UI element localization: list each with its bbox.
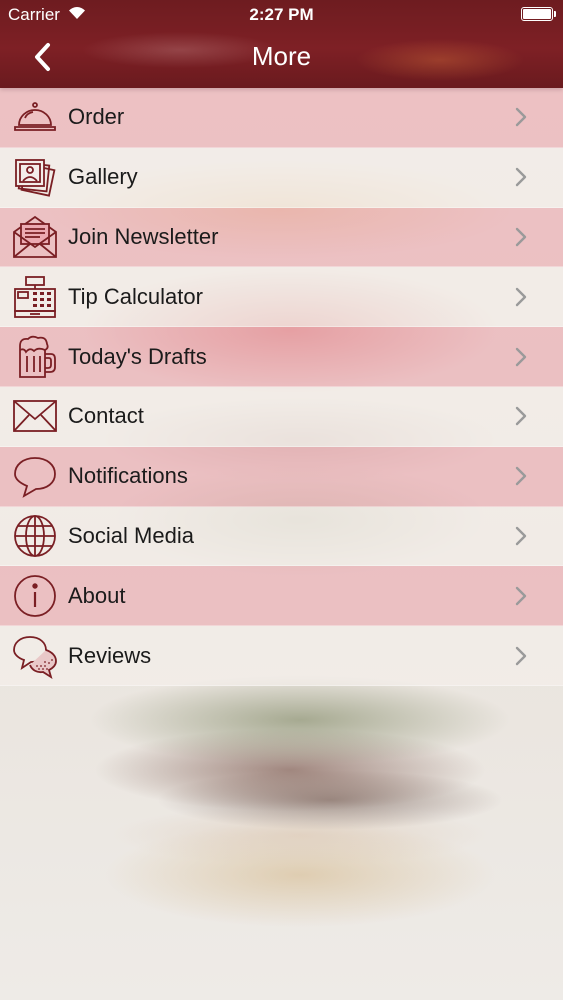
nav-bar: More	[0, 30, 563, 86]
globe-icon	[12, 513, 58, 559]
menu-item-notifications[interactable]: Notifications	[0, 446, 563, 507]
menu-item-label: Notifications	[68, 463, 188, 489]
menu-item-label: Reviews	[68, 642, 152, 668]
chevron-right-icon	[515, 466, 527, 486]
chevron-right-icon	[515, 526, 527, 546]
cash-register-icon	[12, 274, 58, 320]
envelope-icon	[12, 393, 58, 439]
menu-item-gallery[interactable]: Gallery	[0, 147, 563, 208]
chevron-right-icon	[515, 167, 527, 187]
battery-icon	[521, 7, 556, 21]
menu-item-todays-drafts[interactable]: Today's Drafts	[0, 327, 563, 387]
page-title: More	[251, 41, 312, 71]
status-bar: Carrier 2:27 PM	[0, 0, 563, 30]
menu-item-contact[interactable]: Contact	[0, 386, 563, 447]
header: Carrier 2:27 PM More	[0, 0, 563, 88]
chevron-right-icon	[515, 347, 527, 366]
chevron-right-icon	[515, 646, 527, 665]
photo-stack-icon	[12, 154, 58, 200]
menu-item-label: Contact	[68, 403, 144, 429]
chevron-right-icon	[515, 586, 527, 605]
chevron-right-icon	[515, 227, 527, 247]
menu-item-label: Social Media	[68, 522, 194, 548]
menu-item-label: Join Newsletter	[68, 223, 219, 249]
chevron-right-icon	[515, 108, 527, 127]
menu-item-label: Today's Drafts	[68, 343, 207, 369]
info-icon	[12, 573, 58, 619]
menu-item-social-media[interactable]: Social Media	[0, 506, 563, 567]
more-menu-list: Order Gallery Join Newsletter Tip Calcul…	[0, 88, 563, 686]
chevron-right-icon	[515, 287, 527, 306]
menu-item-label: Gallery	[68, 164, 138, 190]
menu-item-reviews[interactable]: Reviews	[0, 626, 563, 686]
status-time: 2:27 PM	[249, 5, 314, 24]
menu-item-label: About	[68, 582, 126, 608]
chat-bubbles-icon	[12, 633, 58, 679]
menu-item-order[interactable]: Order	[0, 88, 563, 148]
newsletter-envelope-icon	[12, 214, 58, 260]
service-bell-icon	[12, 94, 58, 140]
beer-mug-icon	[12, 334, 58, 380]
menu-item-about[interactable]: About	[0, 566, 563, 627]
menu-item-tip-calculator[interactable]: Tip Calculator	[0, 267, 563, 328]
menu-item-label: Order	[68, 104, 125, 130]
menu-item-label: Tip Calculator	[68, 283, 203, 309]
speech-bubble-icon	[12, 453, 58, 499]
menu-item-join-newsletter[interactable]: Join Newsletter	[0, 207, 563, 268]
chevron-right-icon	[515, 407, 527, 426]
